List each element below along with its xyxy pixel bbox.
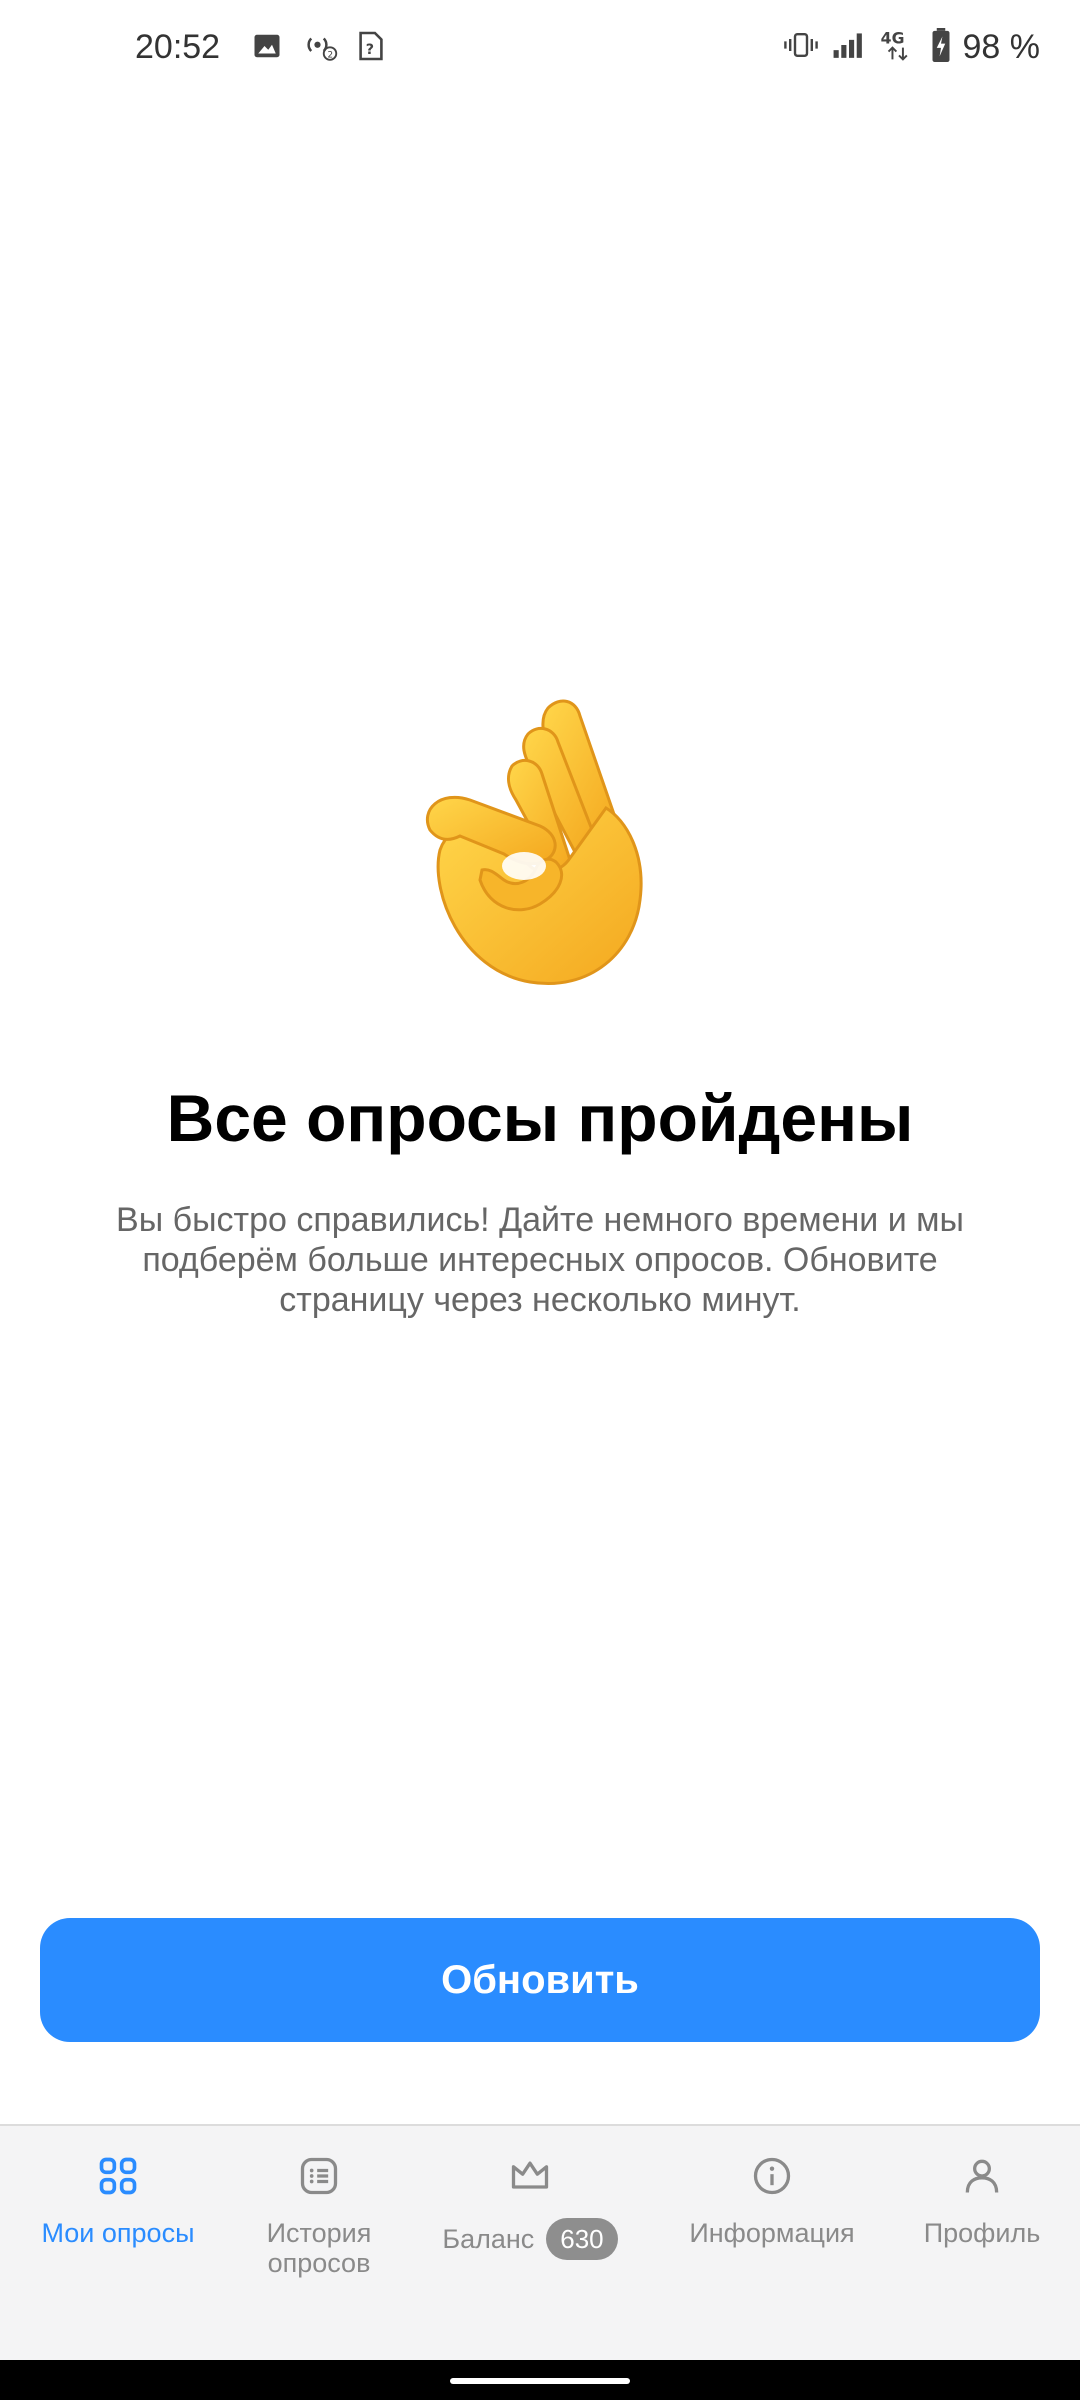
gesture-bar [0, 2360, 1080, 2400]
svg-text:?: ? [366, 42, 374, 58]
battery-icon [931, 28, 951, 67]
info-icon [750, 2154, 794, 2205]
nav-item-profile[interactable]: Профиль [884, 2126, 1080, 2326]
nav-item-balance[interactable]: Баланс 630 [422, 2126, 638, 2326]
nav-label: Баланс [442, 2223, 535, 2254]
nav-label: История опросов [266, 2218, 372, 2278]
hotspot-icon: 2 [302, 31, 338, 66]
balance-row: Баланс 630 [422, 2218, 638, 2260]
crown-icon [508, 2154, 552, 2205]
page-title: Все опросы пройдены [166, 1081, 914, 1155]
bottom-nav: Мои опросы История опросов Баланс 630 Ин… [0, 2124, 1080, 2362]
list-icon [297, 2154, 341, 2205]
refresh-button[interactable]: Обновить [40, 1918, 1040, 2042]
person-icon [960, 2154, 1004, 2205]
screen: 20:52 2 ? 4G 98 % Все опросы пройдены Вы… [0, 0, 1080, 2400]
balance-badge: 630 [546, 2218, 618, 2260]
home-gesture-handle[interactable] [450, 2378, 630, 2384]
page-subtitle: Вы быстро справились! Дайте немного врем… [116, 1201, 964, 1319]
status-time: 20:52 [135, 28, 221, 66]
sim-unknown-icon: ? [358, 30, 384, 67]
status-notification-icons: 2 ? [252, 30, 384, 67]
nav-item-information[interactable]: Информация [660, 2126, 884, 2326]
status-system-icons: 4G 98 % [783, 28, 1041, 67]
svg-text:4G: 4G [880, 29, 904, 48]
signal-icon [831, 29, 867, 66]
ok-hand-emoji-icon [420, 690, 660, 1010]
status-bar: 20:52 2 ? 4G 98 % [0, 0, 1080, 100]
nav-label: Мои опросы [41, 2218, 195, 2248]
nav-label: Профиль [923, 2218, 1041, 2248]
grid-icon [96, 2154, 140, 2205]
nav-label: Информация [689, 2218, 855, 2248]
battery-percent: 98 % [962, 28, 1041, 66]
svg-text:2: 2 [328, 50, 334, 60]
nav-item-my-surveys[interactable]: Мои опросы [0, 2126, 236, 2326]
nav-item-survey-history[interactable]: История опросов [216, 2126, 422, 2326]
network-4g-icon: 4G [879, 28, 919, 67]
image-icon [252, 31, 282, 66]
vibrate-icon [783, 30, 819, 65]
